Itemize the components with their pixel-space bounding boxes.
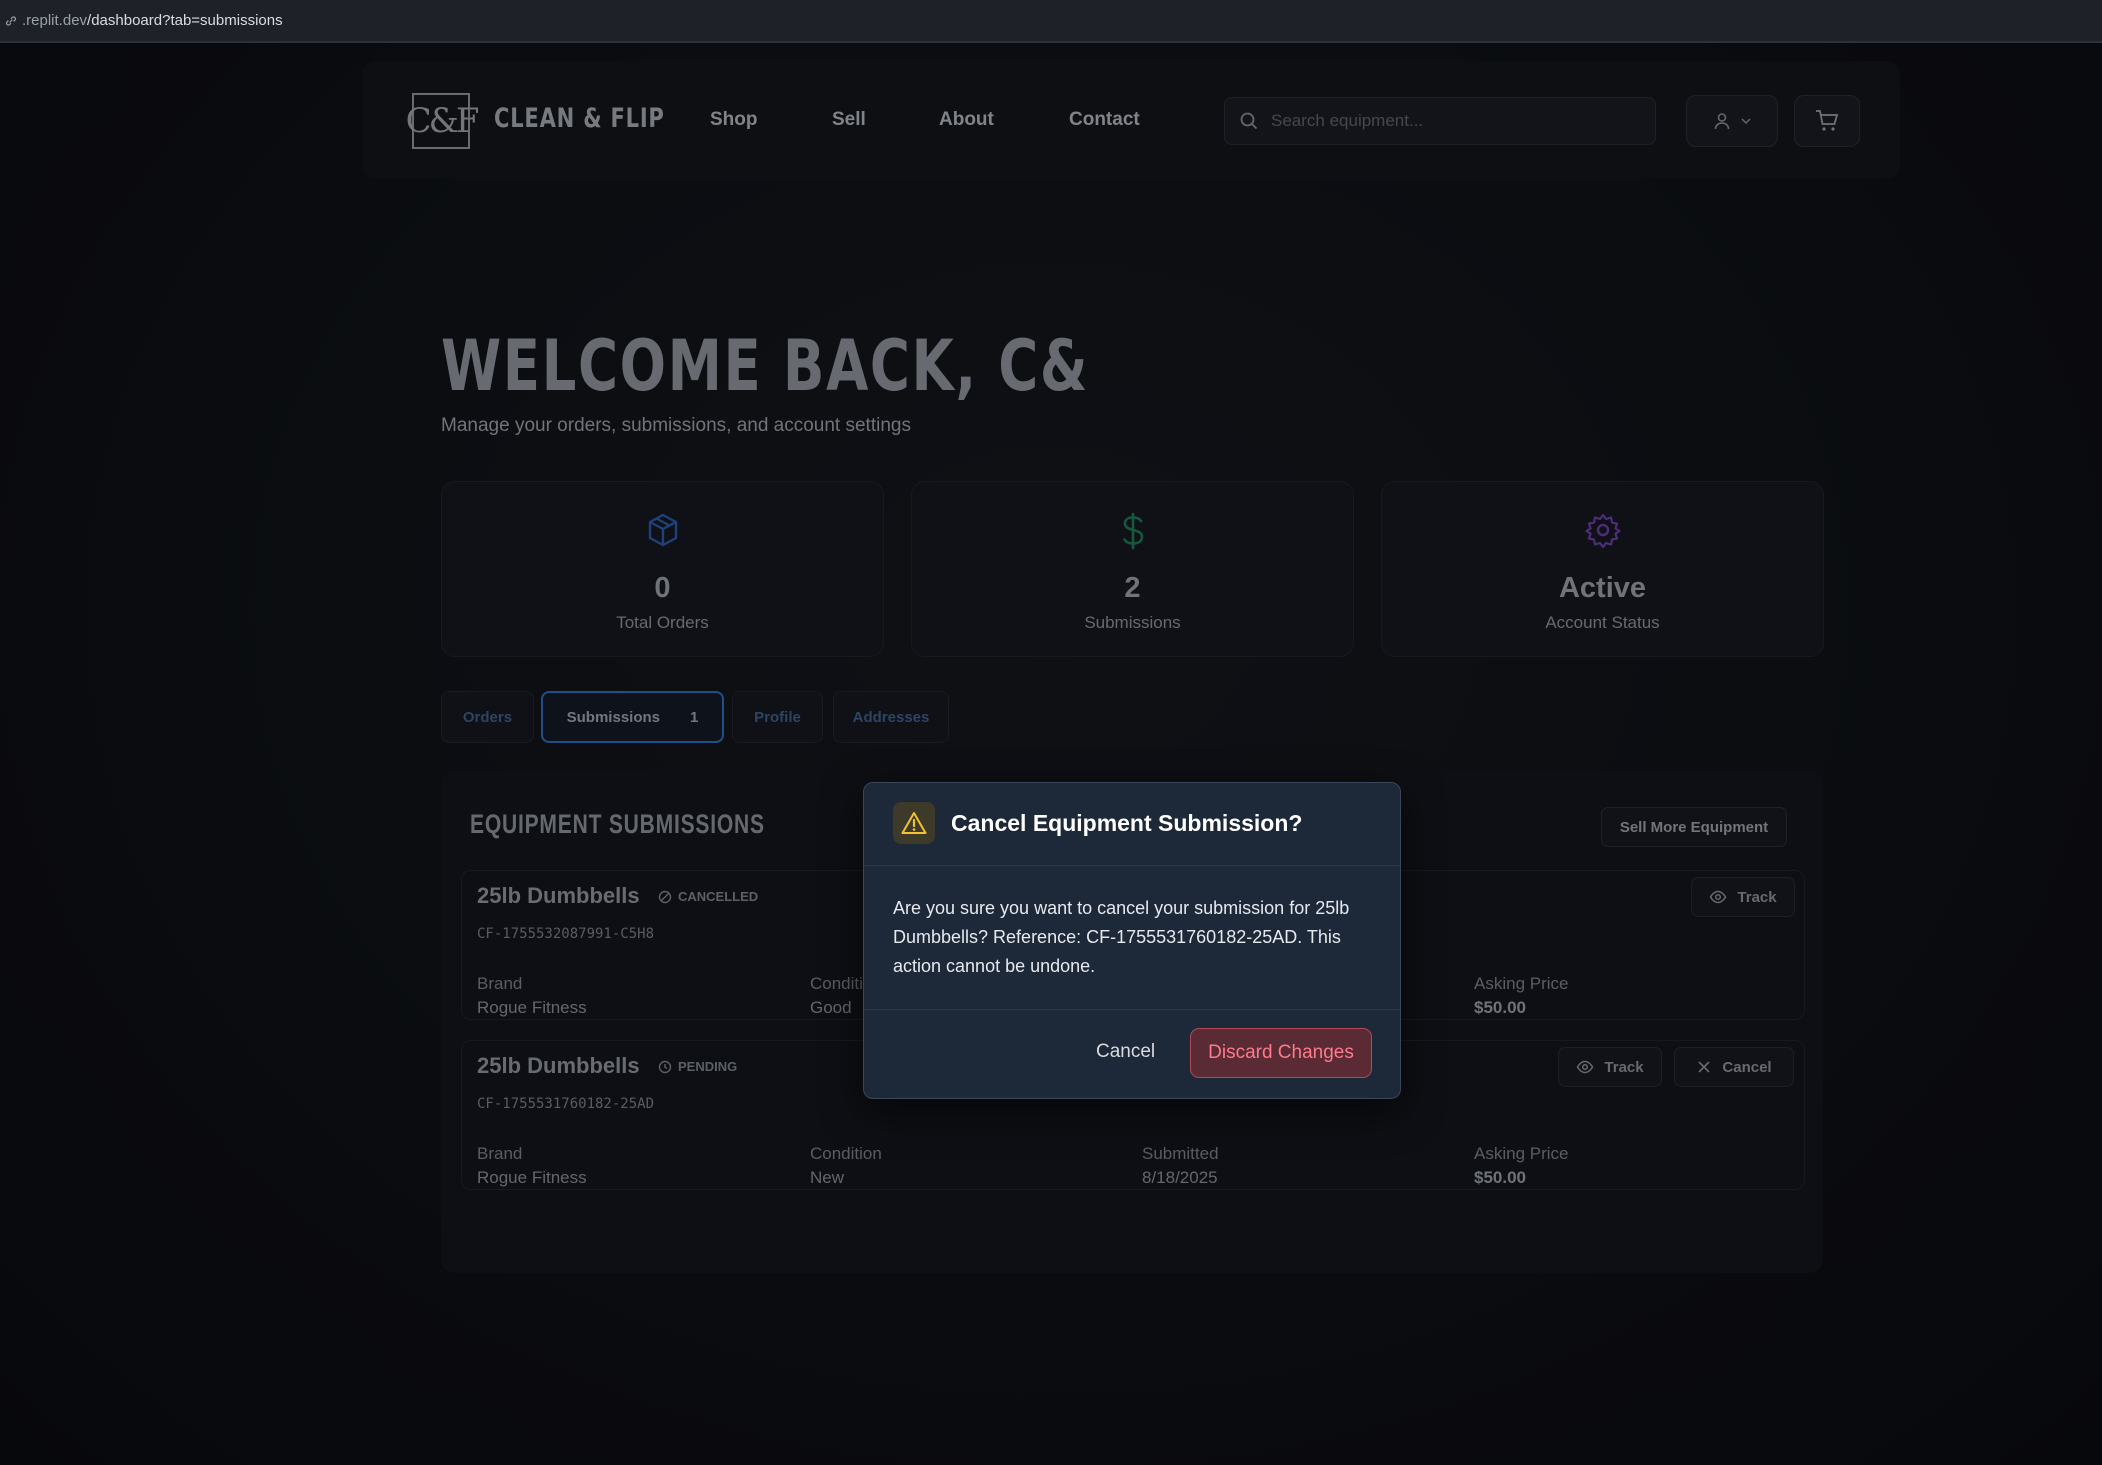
discard-changes-button[interactable]: Discard Changes	[1190, 1028, 1372, 1078]
warning-icon	[901, 812, 927, 834]
cancel-submission-dialog: Cancel Equipment Submission? Are you sur…	[863, 782, 1401, 1099]
browser-url-bar[interactable]: .replit.dev/dashboard?tab=submissions	[0, 0, 2102, 43]
url-path: /dashboard?tab=submissions	[87, 12, 283, 29]
dialog-title: Cancel Equipment Submission?	[951, 810, 1303, 836]
modal-overlay[interactable]	[0, 43, 2102, 1465]
warning-icon-container	[893, 802, 935, 844]
dialog-body: Are you sure you want to cancel your sub…	[893, 898, 1350, 976]
divider	[864, 865, 1400, 866]
link-icon	[5, 15, 17, 26]
url-domain: .replit.dev	[22, 12, 88, 29]
dialog-cancel-button[interactable]: Cancel	[1096, 1041, 1155, 1063]
divider	[864, 1009, 1400, 1010]
